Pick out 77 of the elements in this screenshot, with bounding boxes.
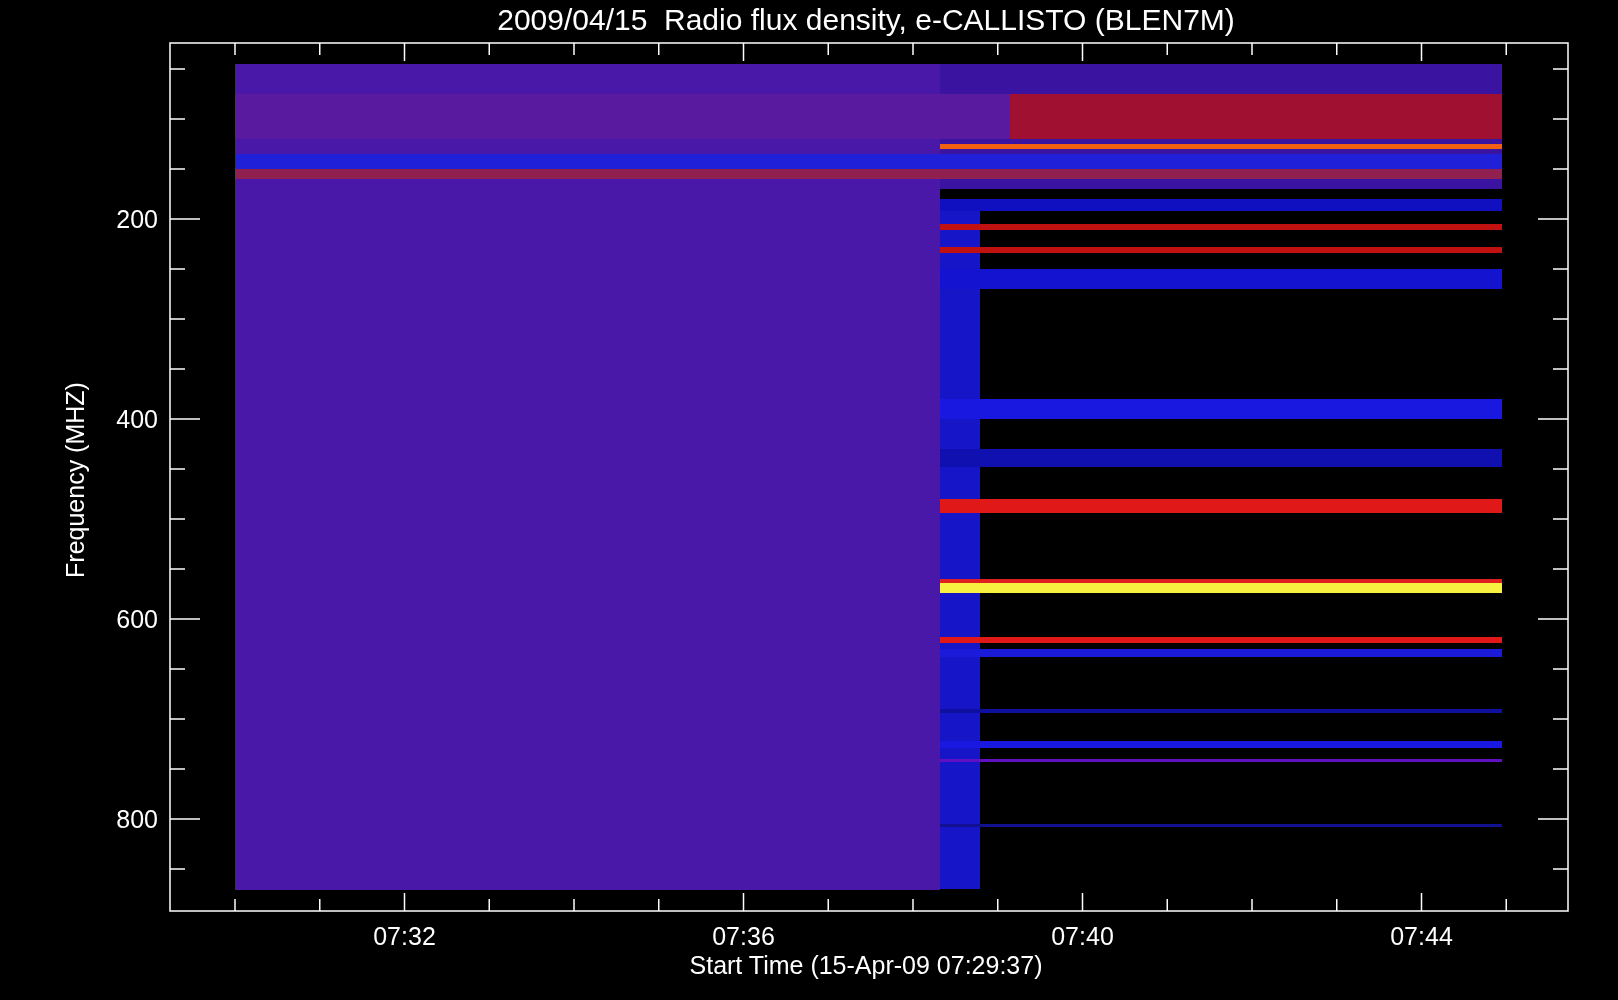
tick-mark: [488, 898, 490, 912]
tick-mark: [1552, 768, 1569, 770]
tick-label: 400: [116, 405, 158, 433]
tick-mark: [169, 818, 201, 820]
tick-mark: [169, 468, 186, 470]
tick-mark: [1552, 118, 1569, 120]
tick-mark: [1537, 418, 1569, 420]
tick-mark: [1166, 898, 1168, 912]
tick-mark: [1251, 42, 1253, 56]
tick-mark: [1336, 898, 1338, 912]
tick-mark: [169, 218, 201, 220]
tick-label: 07:44: [1390, 922, 1453, 950]
axis-label: Frequency (MHZ): [61, 382, 89, 578]
tick-mark: [169, 868, 186, 870]
tick-mark: [169, 368, 186, 370]
tick-mark: [403, 892, 406, 912]
tick-mark: [742, 892, 745, 912]
tick-mark: [169, 768, 186, 770]
tick-mark: [169, 118, 186, 120]
tick-label: 07:40: [1051, 922, 1114, 950]
tick-mark: [1081, 42, 1084, 62]
tick-mark: [319, 42, 321, 56]
tick-mark: [1552, 718, 1569, 720]
tick-mark: [1552, 168, 1569, 170]
tick-mark: [1537, 218, 1569, 220]
tick-mark: [1552, 268, 1569, 270]
tick-mark: [169, 618, 201, 620]
tick-mark: [912, 42, 914, 56]
tick-mark: [488, 42, 490, 56]
tick-mark: [1166, 42, 1168, 56]
tick-mark: [169, 718, 186, 720]
tick-mark: [169, 268, 186, 270]
tick-mark: [1552, 668, 1569, 670]
tick-mark: [403, 42, 406, 62]
tick-mark: [1552, 468, 1569, 470]
tick-mark: [169, 168, 186, 170]
tick-mark: [1552, 68, 1569, 70]
tick-mark: [319, 898, 321, 912]
tick-mark: [658, 898, 660, 912]
tick-label: 800: [116, 805, 158, 833]
tick-mark: [1552, 318, 1569, 320]
tick-label: 07:36: [712, 922, 775, 950]
tick-mark: [1420, 892, 1423, 912]
tick-mark: [827, 42, 829, 56]
tick-mark: [827, 898, 829, 912]
tick-mark: [573, 898, 575, 912]
tick-mark: [1505, 898, 1507, 912]
tick-label: 200: [116, 205, 158, 233]
tick-mark: [169, 568, 186, 570]
tick-mark: [573, 42, 575, 56]
tick-mark: [234, 42, 236, 56]
chart-title: 2009/04/15 Radio flux density, e-CALLISTO (BLEN7M): [497, 3, 1235, 36]
tick-mark: [169, 418, 201, 420]
tick-mark: [1420, 42, 1423, 62]
tick-mark: [912, 898, 914, 912]
tick-mark: [742, 42, 745, 62]
tick-mark: [1537, 818, 1569, 820]
tick-mark: [234, 898, 236, 912]
tick-mark: [169, 668, 186, 670]
tick-mark: [169, 318, 186, 320]
axis-label: Start Time (15-Apr-09 07:29:37): [689, 951, 1043, 979]
tick-mark: [1251, 898, 1253, 912]
tick-mark: [169, 68, 186, 70]
tick-mark: [1552, 368, 1569, 370]
tick-label: 07:32: [373, 922, 436, 950]
tick-mark: [1552, 568, 1569, 570]
tick-mark: [1081, 892, 1084, 912]
tick-mark: [1537, 618, 1569, 620]
tick-mark: [1552, 518, 1569, 520]
tick-mark: [997, 42, 999, 56]
tick-mark: [997, 898, 999, 912]
tick-mark: [169, 518, 186, 520]
tick-mark: [658, 42, 660, 56]
tick-label: 600: [116, 605, 158, 633]
tick-mark: [1552, 868, 1569, 870]
tick-mark: [1505, 42, 1507, 56]
tick-mark: [1336, 42, 1338, 56]
